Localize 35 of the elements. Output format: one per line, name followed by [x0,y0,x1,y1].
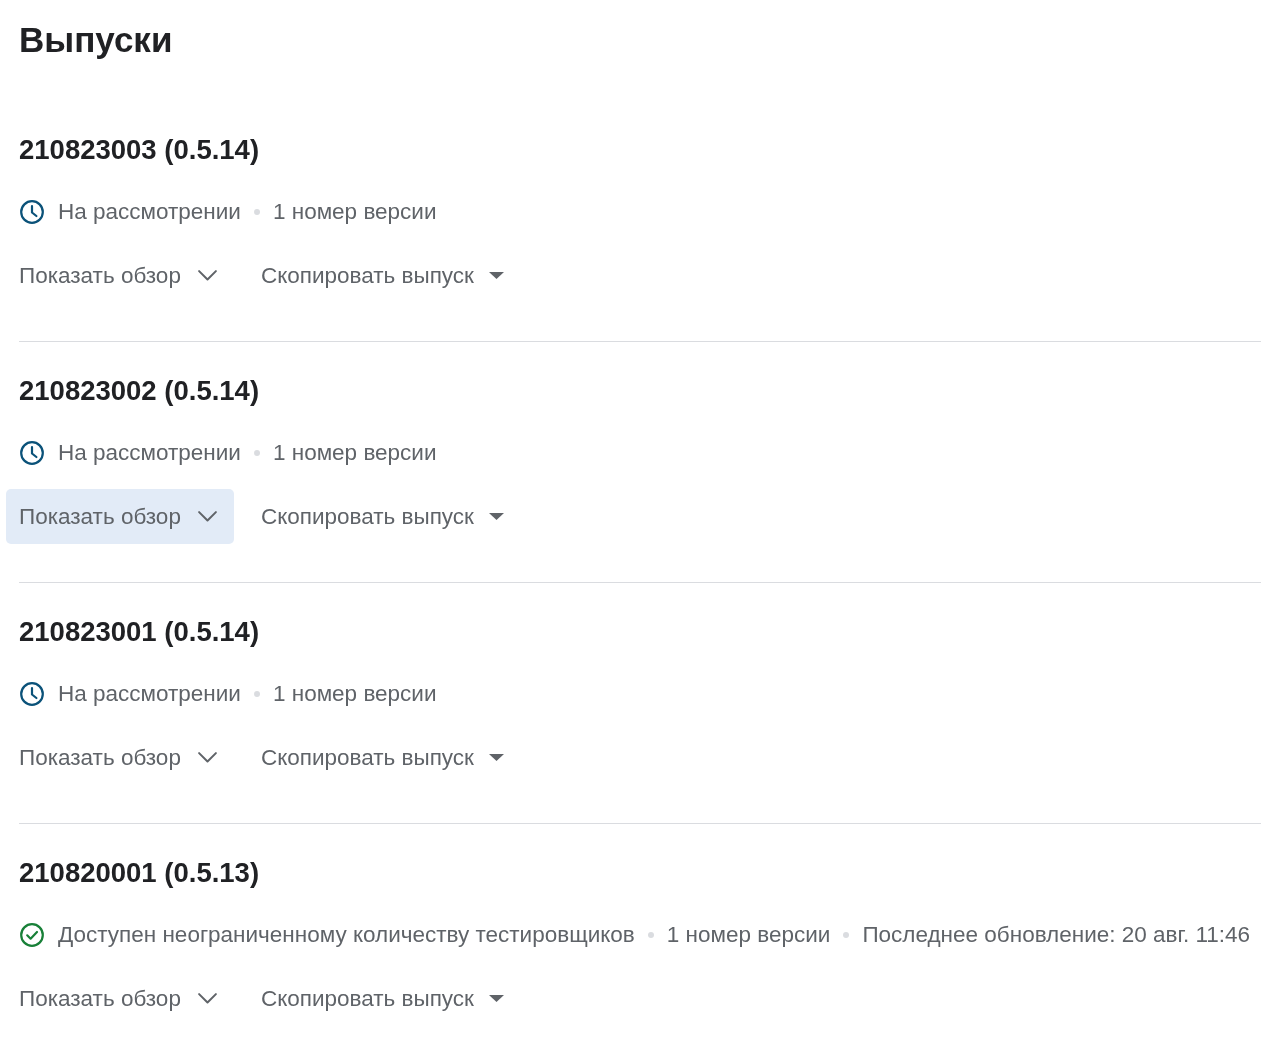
copy-release-button[interactable]: Скопировать выпуск [247,730,517,785]
status-label: На рассмотрении [58,680,241,708]
meta-text: 1 номер версии [272,439,437,467]
status-label: На рассмотрении [58,198,241,226]
caret-down-icon [488,513,504,520]
caret-down-icon [488,995,504,1002]
release-title: 210820001 (0.5.13) [19,856,260,890]
release-title: 210823001 (0.5.14) [19,615,260,649]
meta-text: 1 номер версии [666,921,831,949]
page-title: Выпуски [19,19,173,61]
meta-text: Последнее обновление: 20 авг. 11:46 [862,921,1251,949]
caret-down-icon [488,754,504,761]
separator-dot-icon [253,691,260,697]
show-overview-button[interactable]: Показать обзор [6,489,234,544]
meta-text: 1 номер версии [272,198,437,226]
release-title: 210823003 (0.5.14) [19,133,260,167]
separator-dot-icon [843,932,850,938]
chevron-down-icon [197,270,217,281]
caret-down-icon [488,272,504,279]
show-overview-button[interactable]: Показать обзор [6,730,234,785]
separator-dot-icon [253,209,260,215]
release-title: 210823002 (0.5.14) [19,374,260,408]
chevron-down-icon [197,511,217,522]
copy-release-button[interactable]: Скопировать выпуск [247,971,517,1026]
status-label: Доступен неограниченному количеству тестировщиков [58,921,635,949]
show-overview-button[interactable]: Показать обзор [6,248,234,303]
chevron-down-icon [197,993,217,1004]
show-overview-button[interactable]: Показать обзор [6,971,234,1026]
separator-dot-icon [647,932,654,938]
copy-release-button[interactable]: Скопировать выпуск [247,489,517,544]
meta-text: 1 номер версии [272,680,437,708]
chevron-down-icon [197,752,217,763]
separator-dot-icon [253,450,260,456]
status-label: На рассмотрении [58,439,241,467]
copy-release-button[interactable]: Скопировать выпуск [247,248,517,303]
